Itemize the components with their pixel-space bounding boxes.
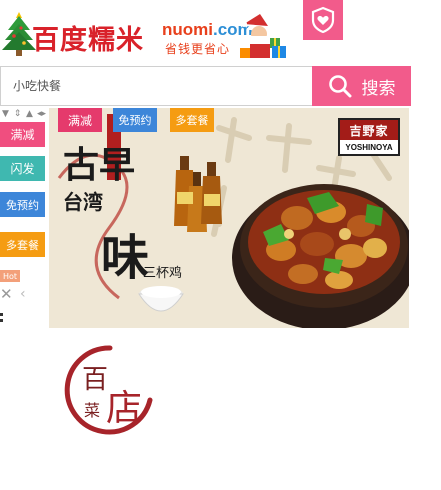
arrow-updown-icon[interactable]: ⇕ — [12, 108, 23, 120]
sort-controls: ▼ ⇕ ▲ ◂▸ — [0, 108, 48, 120]
store-logo-side: 店 — [106, 388, 142, 429]
santa-gift-icon — [240, 14, 286, 58]
restaurant-brand-cn: 吉野家 — [340, 120, 398, 140]
search-icon — [328, 75, 351, 98]
search-button-label: 搜索 — [361, 78, 396, 99]
banner-tag-discount: 满减 — [58, 108, 102, 132]
brand-name: 百度糯米 — [32, 25, 144, 56]
banner-tag-multi-package: 多套餐 — [170, 108, 214, 132]
domain-main: nuomi — [162, 20, 213, 39]
hot-badge: Hot — [0, 270, 20, 282]
banner-title-line2: 台湾 — [63, 190, 103, 214]
more-dots-icon[interactable] — [0, 313, 4, 323]
promo-banner[interactable]: 满减 免预约 多套餐 吉野家 YOSHINOYA 古早 台湾 味 三杯鸡 — [49, 108, 409, 328]
arrow-up-icon[interactable]: ▲ — [24, 108, 35, 120]
restaurant-brand-logo: 吉野家 YOSHINOYA — [338, 118, 400, 156]
chevron-left-icon[interactable]: ‹ — [20, 286, 34, 302]
nuomi-logo[interactable]: 百度糯米 nuomi.com 省钱更省心 — [2, 8, 287, 58]
search-bar: 搜索 — [0, 66, 411, 106]
store-logo-small: 菜 — [84, 401, 100, 420]
search-input[interactable] — [1, 67, 311, 105]
brand-slogan: 省钱更省心 — [165, 42, 231, 56]
banner-title-big: 味 — [101, 230, 150, 286]
arrow-down-icon[interactable]: ▼ — [0, 108, 11, 120]
christmas-tree-icon — [2, 12, 36, 56]
search-button[interactable]: 搜索 — [312, 66, 411, 106]
favorite-button[interactable] — [303, 0, 343, 40]
heart-shield-icon — [311, 6, 335, 34]
filter-tag-flash[interactable]: 闪发 — [0, 156, 45, 181]
banner-title-line1: 古早 — [63, 144, 136, 186]
filter-tag-discount[interactable]: 满减 — [0, 122, 45, 147]
restaurant-brand-en: YOSHINOYA — [345, 142, 393, 152]
arrow-leftright-icon[interactable]: ◂▸ — [36, 108, 47, 120]
banner-dish-name: 三杯鸡 — [143, 266, 183, 281]
store-logo[interactable]: 百 店 菜 — [62, 342, 158, 438]
filter-tag-no-reservation[interactable]: 免预约 — [0, 192, 45, 217]
close-icon[interactable]: ✕ — [0, 286, 16, 302]
store-logo-main: 百 — [82, 365, 108, 395]
banner-tag-no-reservation: 免预约 — [113, 108, 157, 132]
filter-sidebar: ▼ ⇕ ▲ ◂▸ 满减 闪发 免预约 多套餐 Hot ✕ ‹ — [0, 108, 48, 323]
filter-tag-multi-package[interactable]: 多套餐 — [0, 232, 45, 257]
